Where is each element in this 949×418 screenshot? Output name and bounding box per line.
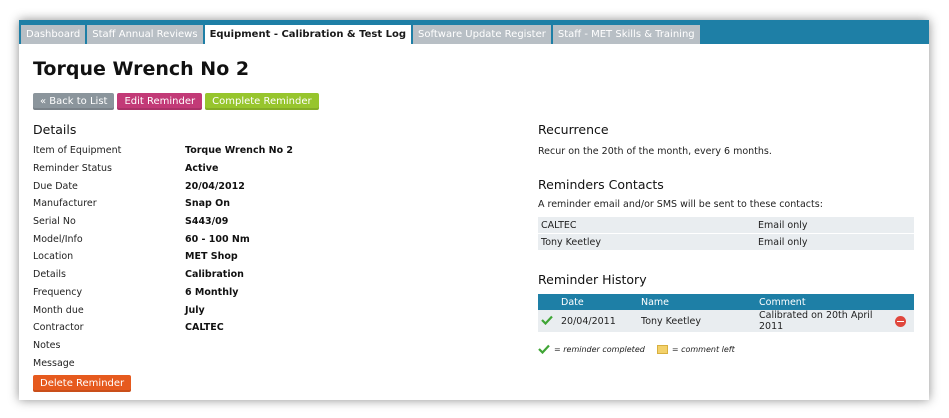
contacts-intro: A reminder email and/or SMS will be sent… [538,199,823,210]
detail-label: Frequency [33,286,83,298]
detail-label: Due Date [33,180,78,192]
recurrence-heading: Recurrence [538,122,609,137]
detail-value: Snap On [185,198,230,210]
check-icon [538,344,550,354]
history-date: 20/04/2011 [558,310,638,332]
detail-label: Manufacturer [33,198,97,210]
history-header-row: Date Name Comment [538,294,914,310]
detail-label: Message [33,357,75,369]
detail-row-message: Message [33,354,503,372]
comment-column-header: Comment [756,294,892,310]
detail-value: Calibration [185,269,244,281]
detail-row-serial: Serial No S443/09 [33,213,503,231]
history-comment: Calibrated on 20th April 2011 [756,310,892,332]
tab-dashboard[interactable]: Dashboard [21,25,86,44]
detail-row-manufacturer: Manufacturer Snap On [33,195,503,213]
detail-value: S443/09 [185,216,229,228]
legend-completed: = reminder completed [554,344,645,354]
detail-row-frequency: Frequency 6 Monthly [33,284,503,302]
detail-value: 20/04/2012 [185,180,245,192]
tab-equipment-calibration[interactable]: Equipment - Calibration & Test Log [204,25,412,44]
remove-cell [892,310,914,332]
history-table: Date Name Comment 20/04/2011 Tony Keetle… [538,294,914,332]
history-heading: Reminder History [538,272,647,287]
detail-row-month-due: Month due July [33,301,503,319]
details-heading: Details [33,122,77,137]
detail-row-details: Details Calibration [33,266,503,284]
contacts-heading: Reminders Contacts [538,177,664,192]
tab-staff-annual-reviews[interactable]: Staff Annual Reviews [87,25,203,44]
detail-label: Contractor [33,322,84,334]
detail-value: 6 Monthly [185,286,239,298]
detail-value: CALTEC [185,322,224,334]
contacts-table: CALTEC Email only Tony Keetley Email onl… [538,217,914,251]
detail-label: Reminder Status [33,163,113,175]
status-column-header [538,294,558,310]
detail-value: Torque Wrench No 2 [185,145,294,157]
detail-value: July [185,304,205,316]
detail-row-due-date: Due Date 20/04/2012 [33,177,503,195]
remove-icon[interactable] [895,315,906,327]
detail-label: Month due [33,304,84,316]
detail-row-item: Item of Equipment Torque Wrench No 2 [33,142,503,160]
detail-label: Serial No [33,216,76,228]
tabs: Dashboard Staff Annual Reviews Equipment… [21,25,702,44]
comment-icon [656,344,668,354]
recurrence-text: Recur on the 20th of the month, every 6 … [538,146,772,157]
detail-row-location: Location MET Shop [33,248,503,266]
detail-label: Location [33,251,74,263]
detail-label: Details [33,269,66,281]
details-list: Item of Equipment Torque Wrench No 2 Remi… [33,142,503,372]
check-icon [541,315,553,325]
detail-row-notes: Notes [33,337,503,355]
detail-row-status: Reminder Status Active [33,160,503,178]
delete-reminder-button[interactable]: Delete Reminder [33,375,132,392]
back-to-list-button[interactable]: « Back to List [33,93,115,110]
table-row: 20/04/2011 Tony Keetley Calibrated on 20… [538,310,914,332]
detail-label: Model/Info [33,233,83,245]
completed-check-cell [538,310,558,332]
tab-bar: Dashboard Staff Annual Reviews Equipment… [19,20,929,44]
page-title: Torque Wrench No 2 [33,58,250,80]
detail-row-contractor: Contractor CALTEC [33,319,503,337]
date-column-header: Date [558,294,638,310]
contact-name: CALTEC [538,217,755,234]
contact-method: Email only [755,217,914,234]
delete-wrap: Delete Reminder [33,375,134,392]
detail-row-model: Model/Info 60 - 100 Nm [33,230,503,248]
complete-reminder-button[interactable]: Complete Reminder [205,93,319,110]
tab-software-update-register[interactable]: Software Update Register [413,25,551,44]
contact-name: Tony Keetley [538,233,755,251]
detail-value: MET Shop [185,251,238,263]
app-window: Dashboard Staff Annual Reviews Equipment… [19,20,929,400]
name-column-header: Name [638,294,756,310]
history-name: Tony Keetley [638,310,756,332]
tab-staff-met-skills[interactable]: Staff - MET Skills & Training [552,25,700,44]
contact-method: Email only [755,233,914,251]
table-row: Tony Keetley Email only [538,233,914,251]
detail-value: 60 - 100 Nm [185,233,250,245]
action-column-header [892,294,914,310]
history-legend: = reminder completed = comment left [538,344,735,354]
legend-comment: = comment left [671,344,735,354]
edit-reminder-button[interactable]: Edit Reminder [117,93,203,110]
table-row: CALTEC Email only [538,217,914,234]
detail-value: Active [185,163,219,175]
detail-label: Item of Equipment [33,145,122,157]
detail-label: Notes [33,339,61,351]
action-buttons: « Back to List Edit Reminder Complete Re… [33,93,322,110]
